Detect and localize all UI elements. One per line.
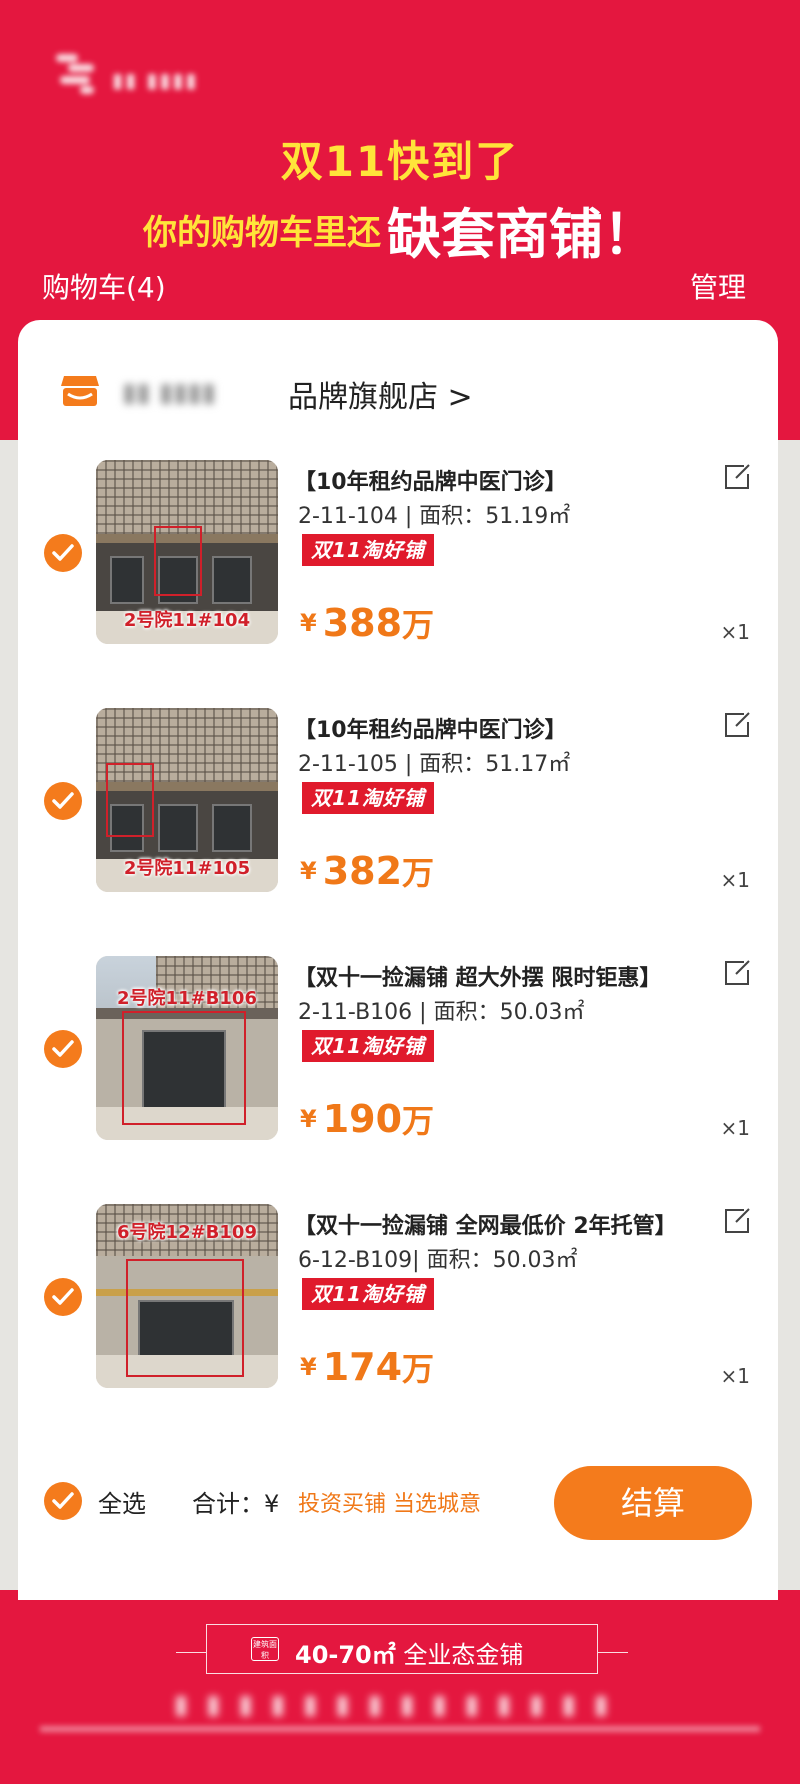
shop-photo[interactable]: 2号院11#B106	[96, 956, 278, 1140]
bottom-blurred-subtext	[40, 1726, 760, 1732]
price-currency: ¥	[300, 857, 317, 885]
shop-photo-tag: 6号院12#B109	[117, 1222, 257, 1243]
cart-item: 2号院11#105 【10年租约品牌中医门诊】 2-11-105 | 面积：51…	[18, 708, 778, 898]
price-unit: 万	[402, 606, 435, 644]
banner-label: 全业态金铺	[403, 1641, 524, 1669]
edit-icon[interactable]	[722, 958, 752, 988]
slogan-text: 投资买铺 当选城意	[298, 1492, 481, 1517]
promo-badge: 双11淘好铺	[302, 1278, 434, 1310]
cart-footer: 全选 合计：¥ 投资买铺 当选城意 结算	[18, 1460, 778, 1540]
item-price: ¥382万	[300, 848, 434, 894]
shop-photo[interactable]: 6号院12#B109	[96, 1204, 278, 1388]
price-value: 388	[322, 601, 403, 645]
item-quantity[interactable]: ×1	[721, 620, 750, 644]
headline-line2: 你的购物车里还 缺套商铺！	[0, 190, 800, 269]
price-currency: ¥	[300, 1105, 317, 1133]
shop-photo-tag: 2号院11#104	[123, 610, 251, 631]
headline-line2-small: 你的购物车里还	[143, 213, 381, 253]
logo-wordmark: ▮▮ ▮▮▮▮	[112, 68, 199, 92]
item-spec: 6-12-B109| 面积：50.03㎡	[298, 1248, 578, 1273]
promo-badge: 双11淘好铺	[302, 1030, 434, 1062]
area-banner: 建筑面积 40-70㎡ 全业态金铺	[206, 1624, 598, 1674]
shop-photo[interactable]: 2号院11#104	[96, 460, 278, 644]
store-name: 品牌旗舰店 >	[288, 380, 473, 415]
item-spec: 2-11-104 | 面积：51.19㎡	[298, 504, 571, 529]
item-spec: 2-11-105 | 面积：51.17㎡	[298, 752, 571, 777]
item-check-icon[interactable]	[44, 1030, 82, 1068]
edit-icon[interactable]	[722, 1206, 752, 1236]
bottom-blurred-text: ▮▮▮▮▮▮▮▮▮▮▮▮▮▮	[173, 1690, 627, 1720]
bottom-red-band	[0, 1590, 800, 1784]
area-badge: 建筑面积	[251, 1637, 279, 1661]
price-value: 174	[322, 1345, 403, 1389]
item-check-icon[interactable]	[44, 1278, 82, 1316]
item-price: ¥190万	[300, 1096, 434, 1142]
cart-item: 2号院11#B106 【双十一捡漏铺 超大外摆 限时钜惠】 2-11-B106 …	[18, 956, 778, 1146]
price-unit: 万	[402, 1102, 435, 1140]
price-unit: 万	[402, 854, 435, 892]
shop-photo-tag: 2号院11#B106	[117, 988, 257, 1009]
cart-title: 购物车(4)	[42, 271, 166, 304]
price-value: 190	[322, 1097, 403, 1141]
headline-line2-big: 缺套商铺！	[387, 203, 657, 266]
select-all-label[interactable]: 全选	[98, 1484, 146, 1519]
item-quantity[interactable]: ×1	[721, 1116, 750, 1140]
banner-text: 40-70㎡ 全业态金铺	[295, 1635, 523, 1670]
price-currency: ¥	[300, 609, 317, 637]
cart-card: ▮▮ ▮▮▮▮ 品牌旗舰店 > 2号院11#104 【10年租约品牌中医门诊】 …	[18, 320, 778, 1600]
item-title[interactable]: 【双十一捡漏铺 超大外摆 限时钜惠】	[294, 960, 661, 992]
price-currency: ¥	[300, 1353, 317, 1381]
shop-photo[interactable]: 2号院11#105	[96, 708, 278, 892]
cart-item: 2号院11#104 【10年租约品牌中医门诊】 2-11-104 | 面积：51…	[18, 460, 778, 650]
select-all-check-icon[interactable]	[44, 1482, 82, 1520]
banner-divider-left	[176, 1652, 206, 1653]
item-spec: 2-11-B106 | 面积：50.03㎡	[298, 1000, 585, 1025]
edit-icon[interactable]	[722, 710, 752, 740]
item-title[interactable]: 【10年租约品牌中医门诊】	[294, 464, 567, 496]
promo-badge: 双11淘好铺	[302, 534, 434, 566]
item-check-icon[interactable]	[44, 534, 82, 572]
price-unit: 万	[402, 1350, 435, 1388]
shop-icon	[61, 376, 99, 406]
store-brand-blurred: ▮▮ ▮▮▮▮	[122, 378, 217, 408]
shop-photo-tag: 2号院11#105	[123, 858, 251, 879]
total-label: 合计：¥	[192, 1490, 280, 1518]
banner-area: 40-70㎡	[295, 1641, 396, 1669]
item-quantity[interactable]: ×1	[721, 868, 750, 892]
checkout-button[interactable]: 结算	[554, 1466, 752, 1540]
banner-divider-right	[598, 1652, 628, 1653]
item-price: ¥388万	[300, 600, 434, 646]
item-quantity[interactable]: ×1	[721, 1364, 750, 1388]
store-header[interactable]: ▮▮ ▮▮▮▮ 品牌旗舰店 >	[42, 368, 642, 418]
logo-mark-icon	[52, 48, 104, 100]
headline-line1: 双11快到了	[280, 137, 520, 186]
cart-item: 6号院12#B109 【双十一捡漏铺 全网最低价 2年托管】 6-12-B109…	[18, 1204, 778, 1394]
item-title[interactable]: 【10年租约品牌中医门诊】	[294, 712, 567, 744]
manage-button[interactable]: 管理	[690, 266, 746, 306]
item-title[interactable]: 【双十一捡漏铺 全网最低价 2年托管】	[294, 1208, 677, 1240]
edit-icon[interactable]	[722, 462, 752, 492]
brand-logo: ▮▮ ▮▮▮▮	[52, 48, 232, 104]
item-price: ¥174万	[300, 1344, 434, 1390]
item-check-icon[interactable]	[44, 782, 82, 820]
price-value: 382	[322, 849, 403, 893]
promo-badge: 双11淘好铺	[302, 782, 434, 814]
